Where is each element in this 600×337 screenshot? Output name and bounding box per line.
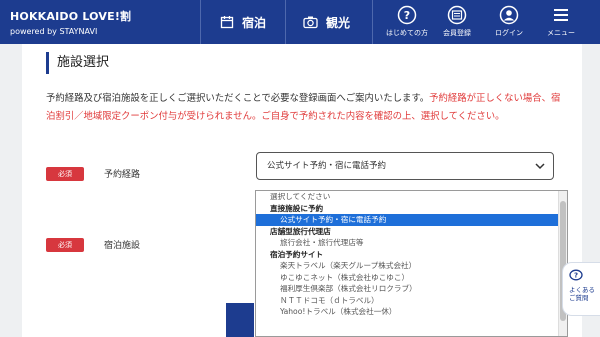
register-icon <box>447 5 467 25</box>
nav-divider <box>200 0 201 44</box>
nav-sightseeing-label: 観光 <box>326 15 351 30</box>
faq-label-line2: ご質問 <box>569 294 589 302</box>
required-badge: 必須 <box>46 238 84 252</box>
description-text: 予約経路及び宿泊施設を正しくご選択いただくことで必要な登録画面へご案内いたします… <box>46 93 430 104</box>
required-badge: 必須 <box>46 167 84 181</box>
camera-icon <box>303 16 318 29</box>
faq-label-line1: よくある <box>569 286 595 294</box>
dropdown-option[interactable]: 楽天トラベル（楽天グループ株式会社） <box>256 260 567 272</box>
dropdown-group: 直接施設に予約 <box>270 203 324 213</box>
dropdown-option[interactable]: 旅行会社・旅行代理店等 <box>256 237 567 249</box>
nav-first-time[interactable]: ? はじめての方 <box>382 5 432 38</box>
svg-text:?: ? <box>404 9 410 22</box>
nav-menu[interactable]: メニュー <box>536 5 586 38</box>
dropdown-option[interactable]: 福利厚生倶楽部（株式会社リロクラブ） <box>256 283 567 295</box>
chat-icon: ? <box>569 269 583 281</box>
nav-login[interactable]: ログイン <box>484 5 534 38</box>
route-label: 予約経路 <box>104 170 141 180</box>
nav-menu-label: メニュー <box>547 29 575 37</box>
nav-first-time-label: はじめての方 <box>386 29 428 37</box>
section-description: 予約経路及び宿泊施設を正しくご選択いただくことで必要な登録画面へご案内いたします… <box>46 90 566 126</box>
brand-logo[interactable]: HOKKAIDO LOVE!割 powered by STAYNAVI <box>10 8 131 36</box>
dropdown-group: 店舗型旅行代理店 <box>270 226 331 236</box>
nav-register[interactable]: 会員登録 <box>432 5 482 38</box>
nav-stay[interactable]: 宿泊 <box>220 0 266 44</box>
dropdown-option[interactable]: ゆこゆこネット（株式会社ゆこゆこ） <box>256 272 567 284</box>
section-title: 施設選択 <box>46 52 109 74</box>
submit-button[interactable] <box>226 303 254 337</box>
dropdown-option[interactable]: 選択してください <box>256 191 567 203</box>
route-dropdown-list[interactable]: 選択してください 直接施設に予約 公式サイト予約・宿に電話予約 店舗型旅行代理店… <box>255 190 568 337</box>
dropdown-option[interactable]: Yahoo!トラベル（株式会社一休） <box>256 306 567 318</box>
nav-register-label: 会員登録 <box>443 29 471 37</box>
nav-stay-label: 宿泊 <box>242 15 267 30</box>
brand-subtitle: powered by STAYNAVI <box>10 27 98 36</box>
nav-sightseeing[interactable]: 観光 <box>303 0 350 44</box>
calendar-icon <box>220 16 234 29</box>
facility-label: 宿泊施設 <box>104 241 141 251</box>
brand-title: HOKKAIDO LOVE!割 <box>10 10 132 23</box>
nav-divider <box>285 0 286 44</box>
faq-button[interactable]: ? よくある ご質問 <box>562 262 600 316</box>
route-select-value: 公式サイト予約・宿に電話予約 <box>267 161 387 171</box>
dropdown-option-selected[interactable]: 公式サイト予約・宿に電話予約 <box>256 214 567 226</box>
dropdown-group: 宿泊予約サイト <box>270 249 324 259</box>
nav-login-label: ログイン <box>495 29 523 37</box>
svg-text:?: ? <box>574 272 578 280</box>
site-header: HOKKAIDO LOVE!割 powered by STAYNAVI 宿泊 観… <box>0 0 600 44</box>
question-icon: ? <box>397 5 417 25</box>
dropdown-option[interactable]: ＮＴＴドコモ（ｄトラベル） <box>256 295 567 307</box>
menu-icon <box>554 9 568 21</box>
route-select[interactable]: 公式サイト予約・宿に電話予約 <box>256 152 554 180</box>
user-icon <box>499 5 519 25</box>
nav-divider <box>372 0 373 44</box>
chevron-down-icon <box>535 163 545 170</box>
